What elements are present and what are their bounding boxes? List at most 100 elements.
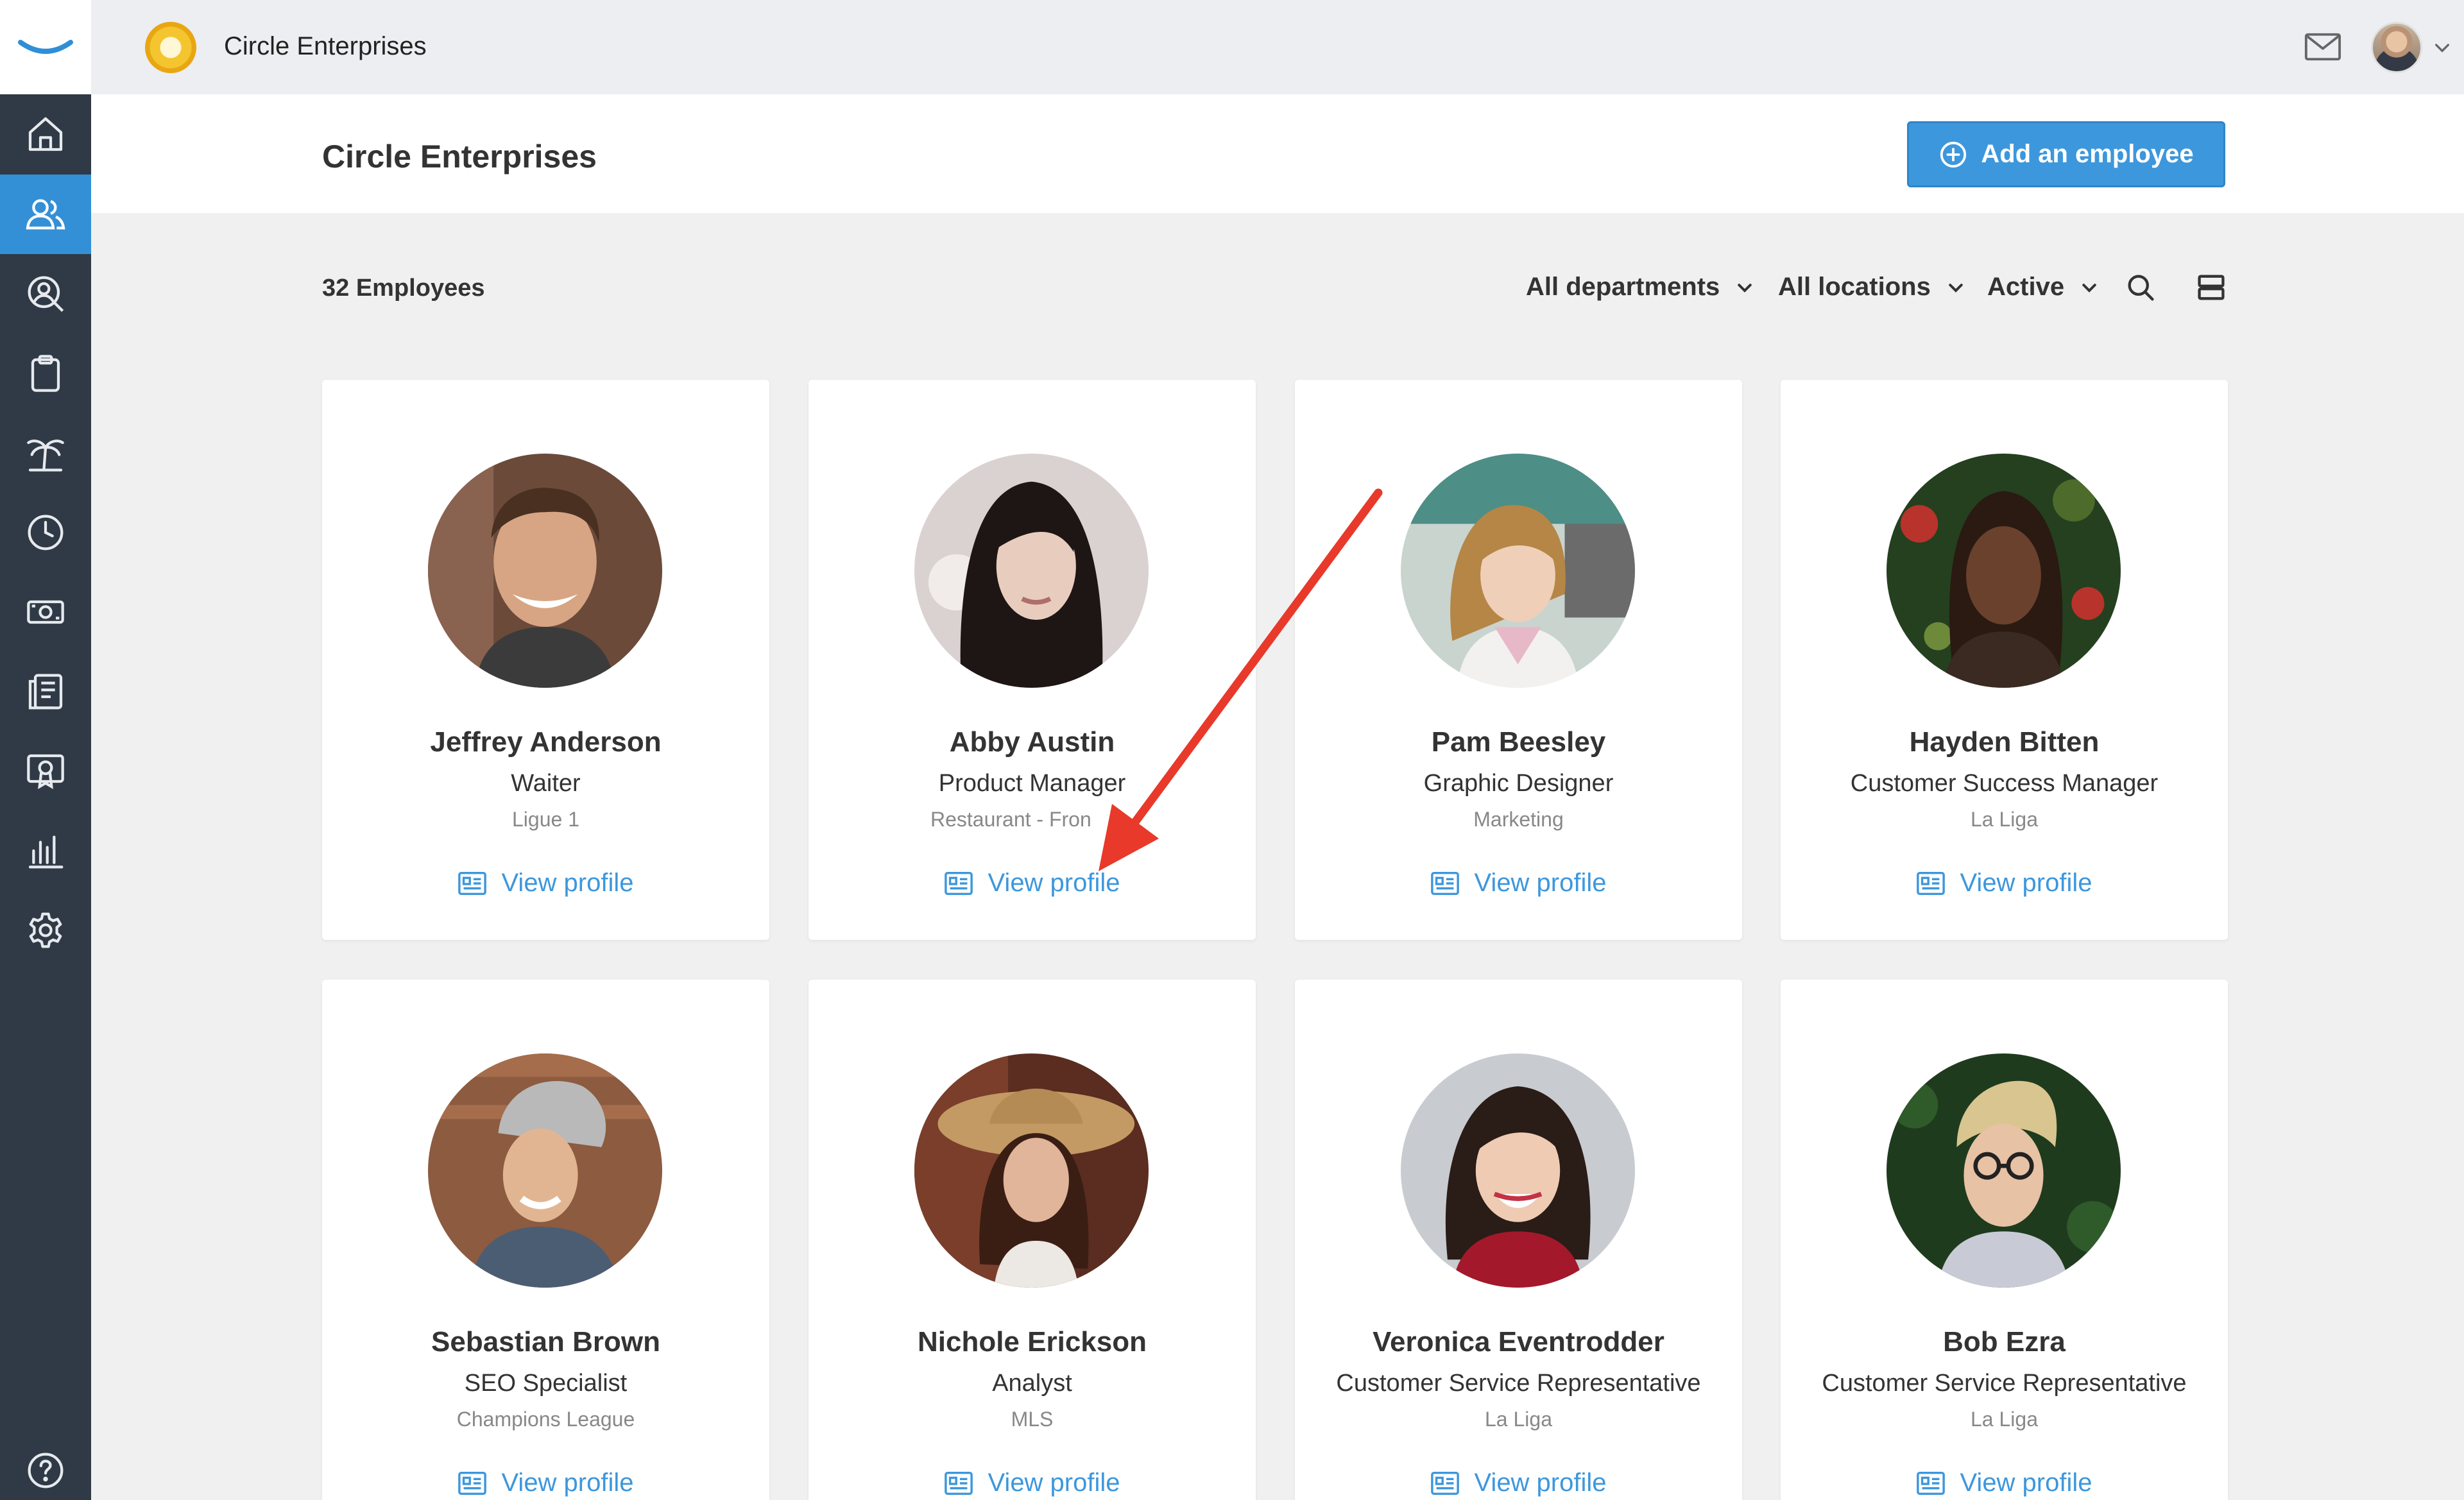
employee-avatar bbox=[914, 454, 1149, 688]
employee-job-title: Graphic Designer bbox=[1423, 770, 1614, 797]
view-profile-label: View profile bbox=[1474, 869, 1607, 897]
home-icon bbox=[28, 117, 63, 151]
employee-card[interactable]: Nichole Erickson Analyst MLS View profil… bbox=[809, 980, 1256, 1500]
employee-job-title: Customer Service Representative bbox=[1822, 1370, 2187, 1397]
employee-count: 32 Employees bbox=[322, 275, 485, 302]
profile-card-icon bbox=[458, 871, 487, 895]
locations-filter[interactable]: All locations bbox=[1778, 273, 1965, 302]
sidebar-item-home[interactable] bbox=[0, 94, 91, 174]
employee-card[interactable]: Sebastian Brown SEO Specialist Champions… bbox=[322, 980, 769, 1500]
company-logo bbox=[145, 22, 196, 73]
app-logo-icon bbox=[18, 39, 73, 54]
employee-name: Nichole Erickson bbox=[917, 1326, 1147, 1358]
search-icon[interactable] bbox=[2124, 271, 2157, 304]
chevron-down-icon[interactable] bbox=[2432, 37, 2452, 58]
palm-tree-icon bbox=[27, 439, 64, 472]
app-logo[interactable] bbox=[0, 0, 91, 94]
view-profile-label: View profile bbox=[501, 869, 634, 897]
view-profile-link[interactable]: View profile bbox=[1295, 869, 1742, 898]
employee-avatar bbox=[1401, 1053, 1635, 1288]
view-profile-link[interactable]: View profile bbox=[809, 869, 1256, 898]
chevron-down-icon bbox=[2082, 283, 2096, 293]
employee-department: La Liga bbox=[1971, 808, 2038, 831]
bar-chart-icon bbox=[28, 835, 64, 869]
help-icon bbox=[28, 1453, 64, 1488]
employee-name: Bob Ezra bbox=[1943, 1326, 2066, 1358]
view-profile-link[interactable]: View profile bbox=[1781, 869, 2228, 898]
employee-department: La Liga bbox=[1971, 1408, 2038, 1431]
status-filter-label: Active bbox=[1987, 273, 2065, 301]
profile-card-icon bbox=[1917, 1471, 1946, 1495]
employee-name: Veronica Eventrodder bbox=[1373, 1326, 1664, 1358]
view-profile-label: View profile bbox=[1960, 869, 2092, 897]
chevron-down-icon bbox=[1738, 283, 1752, 293]
employee-name: Abby Austin bbox=[949, 726, 1115, 758]
employee-avatar bbox=[914, 1053, 1149, 1288]
sidebar bbox=[0, 0, 91, 1500]
sidebar-item-time[interactable] bbox=[0, 493, 91, 572]
sidebar-item-user-search[interactable] bbox=[0, 254, 91, 334]
employee-card[interactable]: Pam Beesley Graphic Designer Marketing V… bbox=[1295, 380, 1742, 940]
sidebar-item-payroll[interactable] bbox=[0, 572, 91, 652]
employee-avatar bbox=[1887, 1053, 2121, 1288]
top-bar: Circle Enterprises bbox=[91, 0, 2464, 94]
sidebar-item-people[interactable] bbox=[0, 175, 91, 254]
profile-card-icon bbox=[945, 871, 973, 895]
employee-card[interactable]: Abby Austin Product Manager Restaurant -… bbox=[809, 380, 1256, 940]
user-search-icon bbox=[28, 276, 64, 312]
profile-card-icon bbox=[1917, 871, 1946, 895]
view-profile-link[interactable]: View profile bbox=[1295, 1469, 1742, 1497]
view-profile-label: View profile bbox=[501, 1469, 634, 1497]
plus-circle-icon bbox=[1940, 141, 1967, 167]
employee-card[interactable]: Jeffrey Anderson Waiter Ligue 1 View pro… bbox=[322, 380, 769, 940]
sidebar-item-training[interactable] bbox=[0, 731, 91, 811]
employee-card[interactable]: Hayden Bitten Customer Success Manager L… bbox=[1781, 380, 2228, 940]
list-view-icon[interactable] bbox=[2194, 271, 2228, 304]
sidebar-item-reports[interactable] bbox=[0, 811, 91, 891]
chevron-down-icon bbox=[1949, 283, 1963, 293]
status-filter[interactable]: Active bbox=[1987, 273, 2099, 302]
employee-department: Ligue 1 bbox=[512, 808, 579, 831]
departments-filter-label: All departments bbox=[1526, 273, 1720, 301]
employee-job-title: Customer Success Manager bbox=[1850, 770, 2159, 797]
employee-department: La Liga bbox=[1485, 1408, 1552, 1431]
employee-name: Hayden Bitten bbox=[1909, 726, 2100, 758]
departments-filter[interactable]: All departments bbox=[1526, 273, 1754, 302]
profile-card-icon bbox=[458, 1471, 487, 1495]
profile-card-icon bbox=[1431, 1471, 1460, 1495]
view-profile-label: View profile bbox=[988, 1469, 1120, 1497]
clipboard-icon bbox=[31, 355, 60, 392]
employee-avatar bbox=[428, 1053, 662, 1288]
locations-filter-label: All locations bbox=[1778, 273, 1931, 301]
employee-job-title: SEO Specialist bbox=[464, 1370, 628, 1397]
employee-name: Sebastian Brown bbox=[431, 1326, 660, 1358]
employee-card[interactable]: Veronica Eventrodder Customer Service Re… bbox=[1295, 980, 1742, 1500]
employee-card[interactable]: Bob Ezra Customer Service Representative… bbox=[1781, 980, 2228, 1500]
sidebar-item-help[interactable] bbox=[0, 1441, 91, 1500]
add-employee-label: Add an employee bbox=[1981, 140, 2194, 168]
view-profile-label: View profile bbox=[988, 869, 1120, 897]
people-icon bbox=[26, 199, 65, 230]
company-name[interactable]: Circle Enterprises bbox=[224, 32, 427, 61]
user-avatar[interactable] bbox=[2371, 22, 2422, 73]
settings-icon bbox=[29, 912, 62, 948]
view-profile-label: View profile bbox=[1960, 1469, 2092, 1497]
view-profile-link[interactable]: View profile bbox=[322, 1469, 769, 1497]
employee-avatar bbox=[1887, 454, 2121, 688]
employee-department: Champions League bbox=[456, 1408, 635, 1431]
employee-name: Pam Beesley bbox=[1431, 726, 1606, 758]
sidebar-item-clipboard[interactable] bbox=[0, 334, 91, 413]
documents-icon bbox=[28, 674, 63, 710]
view-profile-link[interactable]: View profile bbox=[322, 869, 769, 898]
sidebar-item-time-off[interactable] bbox=[0, 413, 91, 493]
certificate-icon bbox=[27, 754, 64, 789]
mail-icon[interactable] bbox=[2302, 26, 2344, 68]
employee-job-title: Analyst bbox=[992, 1370, 1072, 1397]
sidebar-item-documents[interactable] bbox=[0, 652, 91, 731]
add-employee-button[interactable]: Add an employee bbox=[1907, 121, 2225, 187]
sidebar-item-settings[interactable] bbox=[0, 891, 91, 970]
view-profile-link[interactable]: View profile bbox=[809, 1469, 1256, 1497]
profile-card-icon bbox=[945, 1471, 973, 1495]
view-profile-link[interactable]: View profile bbox=[1781, 1469, 2228, 1497]
page-title: Circle Enterprises bbox=[322, 139, 597, 175]
